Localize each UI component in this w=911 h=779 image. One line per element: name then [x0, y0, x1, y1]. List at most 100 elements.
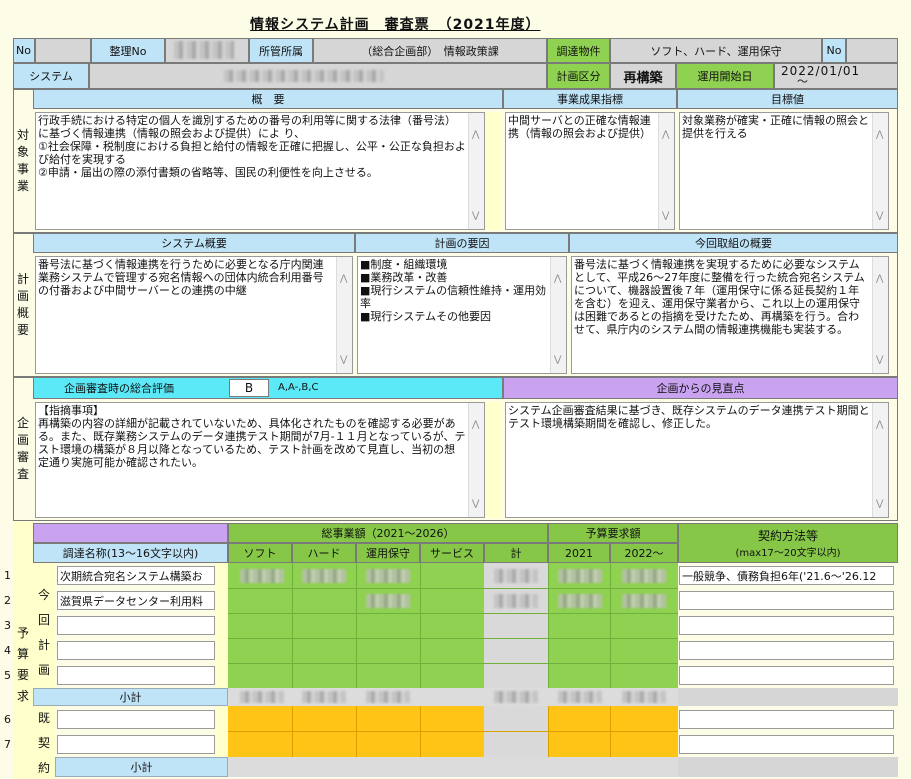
chotatsu-name-text: 次期統合宛名システム構築お — [60, 569, 203, 583]
no-label: No — [13, 38, 35, 63]
chotatsu-name-input[interactable] — [57, 641, 215, 660]
row-number: 3 — [4, 619, 11, 632]
chevron-up-icon: ⋀ — [472, 130, 480, 140]
chotatsu-name-input[interactable]: 滋賀県データセンター利用料 — [57, 591, 215, 610]
hyouka-header: 企画審査時の総合評価 — [64, 382, 174, 395]
hyouka-scale: A,A-,B,C — [278, 382, 319, 393]
konkai-textarea[interactable]: 番号法に基づく情報連携を実現するために必要なシステムとして、平成26～27年度に… — [571, 256, 889, 374]
chevron-down-icon: ⋁ — [554, 355, 562, 365]
side-char: 企 — [16, 416, 29, 430]
mokuhyou-textarea[interactable]: 対象業務が確実・正確に情報の照会と提供を行える ⋀ ⋁ — [679, 112, 889, 230]
unyou-cell: 2022/01/01 ～ — [774, 63, 898, 89]
row-number: 2 — [4, 594, 11, 607]
scrollbar[interactable]: ⋀ ⋁ — [468, 113, 484, 229]
hyouka-value[interactable]: B — [229, 379, 269, 397]
grid-line — [356, 706, 357, 757]
ki-keiyaku-input[interactable] — [679, 710, 894, 729]
redacted-amount — [558, 594, 602, 608]
chotatsu-name-input[interactable] — [57, 666, 215, 685]
redacted-amount — [622, 594, 666, 608]
redacted-amount — [366, 691, 410, 703]
subtotal2-row — [228, 757, 678, 777]
chevron-up-icon: ⋀ — [554, 274, 562, 284]
side-char: 事 — [16, 162, 29, 176]
subtotal2-keiyaku — [678, 757, 898, 777]
ki-keiyaku-label: 既 契 約 — [33, 708, 55, 778]
chevron-up-icon: ⋀ — [340, 274, 348, 284]
scrollbar[interactable]: ⋀ ⋁ — [468, 403, 484, 517]
keiyaku-input[interactable] — [679, 641, 894, 660]
col-2022: 2022～ — [610, 543, 678, 563]
side-char: 予 — [16, 626, 29, 640]
row-number: 5 — [4, 669, 11, 682]
chotatsu-name-input[interactable] — [57, 616, 215, 635]
keiyaku-input[interactable] — [679, 666, 894, 685]
keiyaku-input[interactable]: 一般競争、債務負担6年('21.6～'26.12 — [679, 566, 894, 585]
scrollbar[interactable]: ⋀ ⋁ — [336, 257, 352, 373]
keiyaku-input[interactable] — [679, 616, 894, 635]
system-value — [89, 63, 547, 89]
row-number: 7 — [4, 738, 11, 751]
redacted-amount — [494, 594, 538, 608]
side-char: 業 — [16, 179, 29, 193]
purple-header — [33, 523, 228, 543]
keikaku-side-label: 計 画 概 要 — [13, 233, 33, 377]
scrollbar[interactable]: ⋀ ⋁ — [872, 257, 888, 373]
system-label: システム — [13, 63, 89, 89]
side-char: 対 — [16, 128, 29, 142]
subtotal-label: 小計 — [33, 688, 228, 706]
konkai-header: 今回取組の概要 — [569, 233, 898, 253]
side-char: 画 — [37, 663, 50, 677]
side-char: 画 — [16, 433, 29, 447]
chevron-up-icon: ⋀ — [662, 130, 670, 140]
grid-line — [228, 613, 678, 614]
unyou-label: 運用開始日 — [676, 63, 774, 89]
chevron-up-icon: ⋀ — [876, 130, 884, 140]
redacted-amount — [494, 691, 538, 703]
no2-label: No — [822, 38, 846, 63]
shokan-value: （総合企画部） 情報政策課 — [313, 38, 547, 63]
system-gaiyou-textarea[interactable]: 番号法に基づく情報連携を行うために必要となる庁内関連業務システムで管理する宛名情… — [35, 256, 353, 374]
keiyaku-header: 契約方法等 — [757, 529, 818, 543]
ki-name-input[interactable] — [57, 735, 215, 754]
chevron-up-icon: ⋀ — [876, 420, 884, 430]
redacted-amount — [622, 569, 666, 583]
gaiyou-textarea[interactable]: 行政手続における特定の個人を識別するための番号の利用等に関する法律（番号法）に基… — [35, 112, 485, 230]
keikaku-kubun-label: 計画区分 — [547, 63, 610, 89]
redacted-amount — [366, 569, 410, 583]
col-unyou: 運用保守 — [356, 543, 420, 563]
minaoshi-textarea[interactable]: システム企画審査結果に基づき、既存システムのデータ連携テスト期間とテスト環境構築… — [505, 402, 889, 518]
side-char: 計 — [37, 638, 50, 652]
chotatsu-name-input[interactable]: 次期統合宛名システム構築お — [57, 566, 215, 585]
chevron-up-icon: ⋀ — [876, 274, 884, 284]
chotatsu-name-text: 滋賀県データセンター利用料 — [60, 594, 203, 608]
side-char: 回 — [37, 613, 50, 627]
side-char: 要 — [16, 668, 29, 682]
scrollbar[interactable]: ⋀ ⋁ — [658, 113, 674, 229]
no-value — [35, 38, 91, 63]
seiri-no-value — [165, 38, 249, 63]
shiteki-textarea[interactable]: 【指摘事項】 再構築の内容の詳細が記載されていないため、具体化されたものを確認す… — [35, 402, 485, 518]
yosan-header: 予算要求額 — [548, 523, 678, 543]
keiyaku-input[interactable] — [679, 591, 894, 610]
grid-line — [228, 588, 678, 589]
youin-textarea[interactable]: ■制度・組織環境 ■業務改革・改善 ■現行システムの信頼性維持・運用効率 ■現行… — [357, 256, 567, 374]
scrollbar[interactable]: ⋀ ⋁ — [550, 257, 566, 373]
ki-name-input[interactable] — [57, 710, 215, 729]
mokuhyou-text: 対象業務が確実・正確に情報の照会と提供を行える — [682, 114, 869, 140]
scrollbar[interactable]: ⋀ ⋁ — [872, 403, 888, 517]
col-total: 計 — [484, 543, 548, 563]
yellow-gutter — [215, 706, 228, 757]
chevron-down-icon: ⋁ — [662, 211, 670, 221]
yellow-gutter — [485, 402, 502, 518]
chevron-up-icon: ⋀ — [472, 420, 480, 430]
subtotal-row — [228, 688, 678, 706]
col-soft: ソフト — [228, 543, 292, 563]
grid-line — [610, 706, 611, 757]
side-char: 計 — [16, 272, 29, 286]
seika-textarea[interactable]: 中間サーバとの正確な情報連携（情報の照会および提供） ⋀ ⋁ — [505, 112, 675, 230]
scrollbar[interactable]: ⋀ ⋁ — [872, 113, 888, 229]
subtotal2-label: 小計 — [55, 757, 228, 777]
ki-keiyaku-input[interactable] — [679, 735, 894, 754]
shiteki-text: 【指摘事項】 再構築の内容の詳細が記載されていないため、具体化されたものを確認す… — [38, 404, 466, 469]
